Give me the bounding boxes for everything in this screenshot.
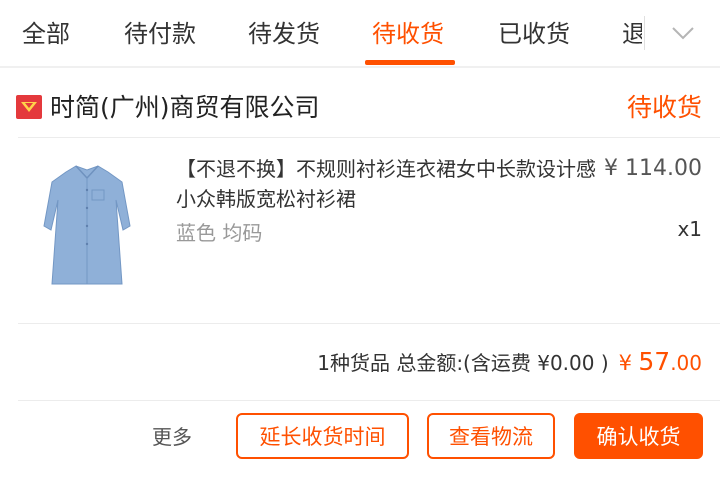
total-amount-decimal: .00	[670, 351, 702, 375]
product-price: ¥ 114.00	[604, 156, 702, 181]
chevron-down-icon[interactable]	[668, 18, 698, 48]
tab-pending-payment[interactable]: 待付款	[124, 14, 196, 49]
order-card: 时简(广州)商贸有限公司 待收货 【不退不换】不规则衬衫连衣裙女中长款设计感小众…	[0, 68, 720, 481]
order-status-tabs: 全部 待付款 待发货 待收货 已收货 退	[0, 0, 720, 66]
tab-pending-receipt[interactable]: 待收货	[372, 14, 444, 49]
extend-receipt-button[interactable]: 延长收货时间	[236, 413, 409, 459]
shop-name[interactable]: 时简(广州)商贸有限公司	[50, 88, 320, 124]
confirm-receipt-button[interactable]: 确认收货	[574, 413, 703, 459]
active-tab-indicator	[365, 60, 455, 65]
product-spec: 蓝色 均码	[176, 221, 263, 245]
product-image[interactable]	[26, 160, 148, 292]
order-summary: 1种货品 总金额:(含运费 ¥0.00 ) ¥ 57.00	[317, 347, 702, 376]
summary-text: 1种货品 总金额:(含运费 ¥0.00 )	[317, 351, 609, 375]
product-quantity: x1	[677, 217, 702, 241]
order-status: 待收货	[626, 93, 702, 122]
tab-received[interactable]: 已收货	[498, 14, 570, 49]
tab-pending-shipment[interactable]: 待发货	[248, 14, 320, 49]
product-title[interactable]: 【不退不换】不规则衬衫连衣裙女中长款设计感小众韩版宽松衬衫裙	[176, 154, 606, 214]
total-amount: 57	[638, 347, 671, 376]
more-button[interactable]: 更多	[152, 421, 192, 450]
tabs-divider	[644, 16, 645, 50]
divider	[18, 400, 720, 401]
tab-refund-clipped[interactable]: 退	[620, 0, 642, 66]
divider	[18, 137, 720, 138]
total-currency: ¥	[618, 351, 633, 375]
divider	[18, 323, 720, 324]
shop-icon	[16, 95, 42, 119]
tab-all[interactable]: 全部	[22, 14, 70, 49]
view-logistics-button[interactable]: 查看物流	[427, 413, 555, 459]
tab-refund-label: 退	[622, 20, 642, 48]
